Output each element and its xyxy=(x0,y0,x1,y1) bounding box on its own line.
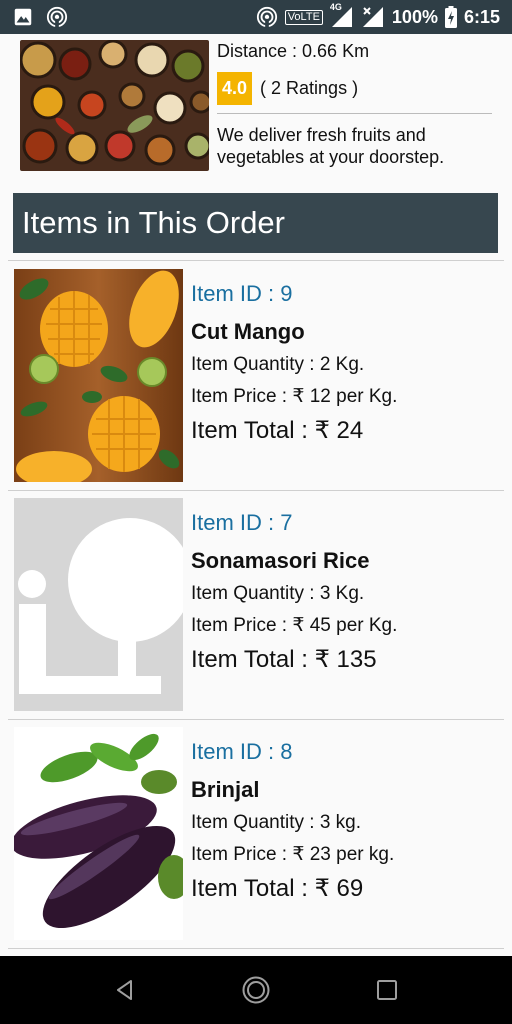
divider xyxy=(8,948,504,949)
item-total: Item Total : ₹ 135 xyxy=(191,646,377,673)
item-info: Item ID : 9 Cut Mango Item Quantity : 2 … xyxy=(191,269,491,445)
store-distance: Distance : 0.66 Km xyxy=(217,41,370,61)
divider xyxy=(8,260,504,261)
item-id: Item ID : 7 xyxy=(191,510,293,535)
store-description: We deliver fresh fruits and vegetables a… xyxy=(217,125,445,167)
item-name: Brinjal xyxy=(191,777,260,802)
item-quantity: Item Quantity : 2 Kg. xyxy=(191,354,365,375)
order-details-scroll[interactable]: Distance : 0.66 Km 4.0 ( 2 Ratings ) We … xyxy=(0,34,512,956)
battery-percent: 100% xyxy=(391,6,438,27)
divider xyxy=(8,719,504,720)
item-info: Item ID : 8 Brinjal Item Quantity : 3 kg… xyxy=(191,727,491,903)
status-bar: VoLTE 4G 100% 6:15 xyxy=(0,0,512,34)
hotspot-icon xyxy=(46,6,68,28)
battery-charging-icon xyxy=(444,6,457,28)
order-item-sonamasori-rice[interactable]: Item ID : 7 Sonamasori Rice Item Quantit… xyxy=(14,498,494,711)
recents-square-icon xyxy=(376,980,397,1000)
order-item-brinjal[interactable]: Item ID : 8 Brinjal Item Quantity : 3 kg… xyxy=(14,727,494,940)
item-price: Item Price : ₹ 12 per Kg. xyxy=(191,386,398,407)
volte-badge: VoLTE xyxy=(284,9,323,25)
gallery-icon xyxy=(14,8,32,26)
item-name: Sonamasori Rice xyxy=(191,548,370,573)
item-quantity: Item Quantity : 3 Kg. xyxy=(191,583,365,604)
store-card: Distance : 0.66 Km 4.0 ( 2 Ratings ) We … xyxy=(20,34,492,174)
clock: 6:15 xyxy=(463,6,500,27)
back-triangle-icon xyxy=(117,980,133,1000)
home-button[interactable] xyxy=(239,973,273,1007)
back-button[interactable] xyxy=(108,973,142,1007)
item-image-brinjal xyxy=(14,727,183,940)
items-section-header: Items in This Order xyxy=(13,193,498,253)
item-id: Item ID : 9 xyxy=(191,281,293,306)
image-placeholder-icon xyxy=(14,498,183,711)
item-total: Item Total : ₹ 69 xyxy=(191,875,364,902)
rating-row: 4.0 ( 2 Ratings ) xyxy=(217,72,492,114)
item-id: Item ID : 8 xyxy=(191,739,293,764)
hotspot-icon xyxy=(256,6,277,28)
signal-no-service-icon xyxy=(362,7,383,27)
ratings-count[interactable]: ( 2 Ratings ) xyxy=(260,78,358,99)
home-circle-icon xyxy=(242,976,270,1004)
rating-badge: 4.0 xyxy=(217,72,253,105)
item-image-mango xyxy=(14,269,183,482)
navigation-bar xyxy=(0,956,512,1024)
network-type-label: 4G xyxy=(329,2,342,12)
store-image xyxy=(20,40,209,171)
item-total: Item Total : ₹ 24 xyxy=(191,417,364,444)
item-price: Item Price : ₹ 23 per kg. xyxy=(191,844,395,865)
divider xyxy=(8,490,504,491)
signal-icon: 4G xyxy=(330,2,354,28)
order-item-cut-mango[interactable]: Item ID : 9 Cut Mango Item Quantity : 2 … xyxy=(14,269,494,482)
item-price: Item Price : ₹ 45 per Kg. xyxy=(191,615,398,636)
store-info: Distance : 0.66 Km 4.0 ( 2 Ratings ) We … xyxy=(217,34,492,168)
item-quantity: Item Quantity : 3 kg. xyxy=(191,812,362,833)
item-info: Item ID : 7 Sonamasori Rice Item Quantit… xyxy=(191,498,491,674)
recents-button[interactable] xyxy=(370,973,404,1007)
item-name: Cut Mango xyxy=(191,319,305,344)
